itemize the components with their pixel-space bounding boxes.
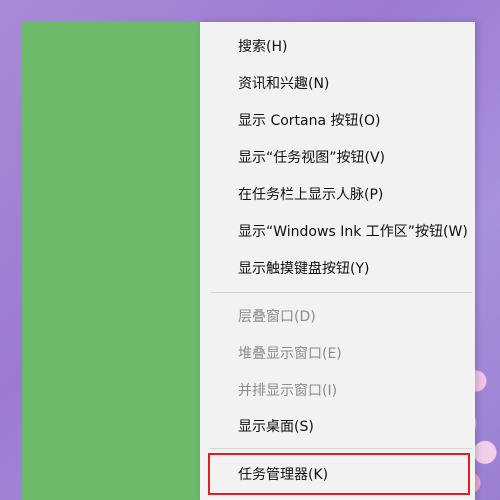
menu-item-cascade-windows: 层叠窗口(D) [238, 309, 316, 325]
menu-item-show-people[interactable]: 在任务栏上显示人脉(P) [200, 179, 475, 209]
menu-item-task-manager[interactable]: 任务管理器(K) [200, 459, 475, 489]
menu-separator [210, 292, 472, 293]
menu-item-show-desktop[interactable]: 显示桌面(S) [200, 411, 475, 441]
menu-item-news-interests[interactable]: 资讯和兴趣(N) [200, 68, 475, 98]
taskbar-context-menu: 搜索(H) 资讯和兴趣(N) 显示 Cortana 按钮(O) 显示“任务视图”… [200, 22, 475, 500]
left-green-panel [22, 22, 200, 500]
menu-item-stack-windows: 堆叠显示窗口(E) [238, 346, 342, 362]
menu-item-side-by-side-windows: 并排显示窗口(I) [238, 383, 338, 399]
menu-item-search[interactable]: 搜索(H) [200, 31, 475, 61]
menu-item-show-windows-ink[interactable]: 显示“Windows Ink 工作区”按钮(W) [200, 216, 475, 246]
menu-item-show-task-view[interactable]: 显示“任务视图”按钮(V) [200, 142, 475, 172]
menu-item-show-cortana[interactable]: 显示 Cortana 按钮(O) [200, 105, 475, 135]
menu-item-show-touch-keyboard[interactable]: 显示触摸键盘按钮(Y) [200, 253, 475, 283]
menu-separator [210, 448, 472, 449]
